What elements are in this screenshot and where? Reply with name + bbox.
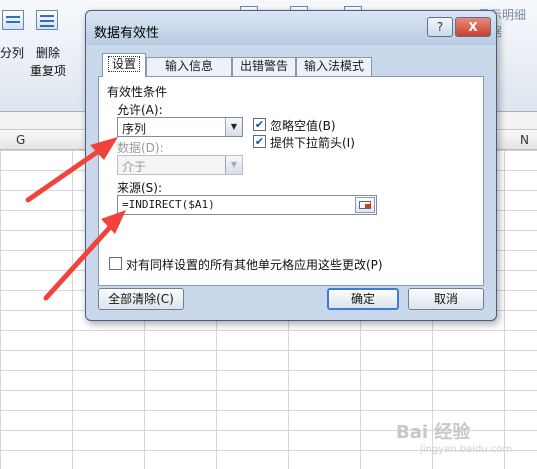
data-dropdown: 介于 ▼ <box>117 155 243 175</box>
tab-settings[interactable]: 设置 <box>102 53 146 77</box>
tab-error-alert[interactable]: 出错警告 <box>232 57 296 76</box>
text-to-columns-button[interactable]: 分列 <box>0 44 24 61</box>
clear-all-button[interactable]: 全部清除(C) <box>98 288 184 310</box>
data-label: 数据(D): <box>117 141 164 155</box>
column-header-n[interactable]: N <box>520 133 529 147</box>
allow-dropdown[interactable]: 序列 ▼ <box>117 117 243 137</box>
dropdown-arrow-icon[interactable]: ▼ <box>225 118 242 136</box>
collapse-dialog-icon[interactable] <box>355 197 375 213</box>
ok-button[interactable]: 确定 <box>327 288 399 310</box>
data-validation-dialog: 数据有效性 ? X 设置 输入信息 出错警告 输入法模式 有效性条件 允许(A)… <box>85 10 497 321</box>
tab-ime-mode[interactable]: 输入法模式 <box>296 57 372 76</box>
allow-label: 允许(A): <box>117 103 163 117</box>
remove-duplicates-button[interactable]: 删除 <box>36 44 60 61</box>
column-header-g[interactable]: G <box>16 133 25 147</box>
watermark-url: jingyan.baidu.com <box>420 444 513 455</box>
dialog-title: 数据有效性 <box>94 26 160 41</box>
close-button[interactable]: X <box>455 17 491 37</box>
validation-criteria-heading: 有效性条件 <box>107 85 168 99</box>
source-value: =INDIRECT($A1) <box>122 198 215 211</box>
ignore-blank-label: 忽略空值(B) <box>270 119 336 133</box>
remove-duplicates-sublabel: 重复项 <box>30 64 67 78</box>
apply-to-all-label: 对有同样设置的所有其他单元格应用这些更改(P) <box>126 258 383 272</box>
watermark-logo: Bai 经验 <box>396 422 471 443</box>
help-button[interactable]: ? <box>427 17 453 37</box>
in-cell-dropdown-label: 提供下拉箭头(I) <box>270 136 355 150</box>
cancel-button[interactable]: 取消 <box>408 288 484 310</box>
apply-to-all-checkbox[interactable] <box>109 257 122 270</box>
source-input[interactable]: =INDIRECT($A1) <box>117 195 377 215</box>
source-label: 来源(S): <box>117 181 163 195</box>
dropdown-arrow-icon: ▼ <box>225 156 242 174</box>
dialog-titlebar[interactable]: 数据有效性 ? X <box>86 11 496 45</box>
settings-panel: 有效性条件 允许(A): 序列 ▼ ✔ 忽略空值(B) ✔ 提供下拉箭头(I) … <box>98 76 484 286</box>
tab-input-message[interactable]: 输入信息 <box>146 57 232 76</box>
data-value: 介于 <box>122 160 147 174</box>
ignore-blank-checkbox[interactable]: ✔ <box>253 118 266 131</box>
allow-value: 序列 <box>122 122 147 136</box>
remove-duplicates-icon <box>36 10 58 30</box>
tab-settings-label: 设置 <box>107 56 140 72</box>
in-cell-dropdown-checkbox[interactable]: ✔ <box>253 135 266 148</box>
text-to-columns-icon <box>2 10 24 30</box>
